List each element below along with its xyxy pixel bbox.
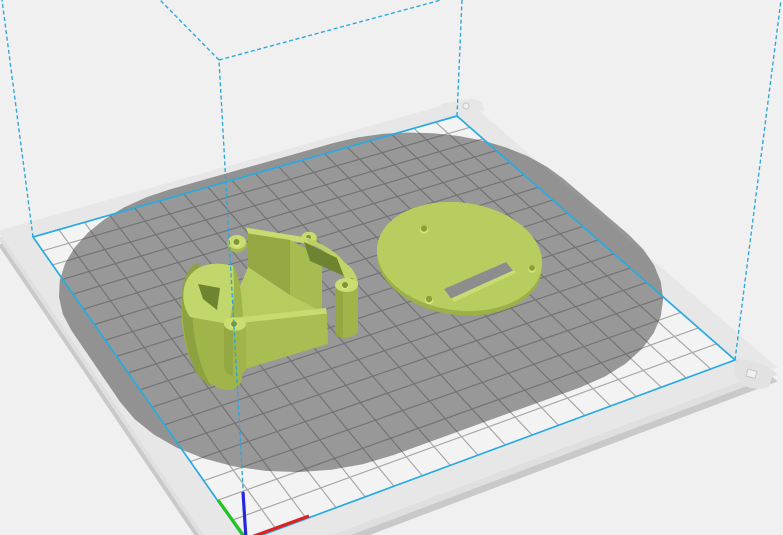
model-round-lid-facet [425, 295, 433, 303]
viewport-canvas[interactable] [0, 0, 783, 535]
model-enclosure-box-facet [342, 282, 348, 288]
model-round-lid-facet [420, 225, 428, 232]
model-enclosure-box-facet [224, 326, 233, 376]
slicer-3d-viewport[interactable] [0, 0, 783, 535]
bed-clip-tab [462, 102, 470, 110]
model-enclosure-box-facet [233, 239, 240, 245]
model-round-lid-facet [529, 265, 535, 271]
model-enclosure-box-facet [335, 287, 343, 339]
